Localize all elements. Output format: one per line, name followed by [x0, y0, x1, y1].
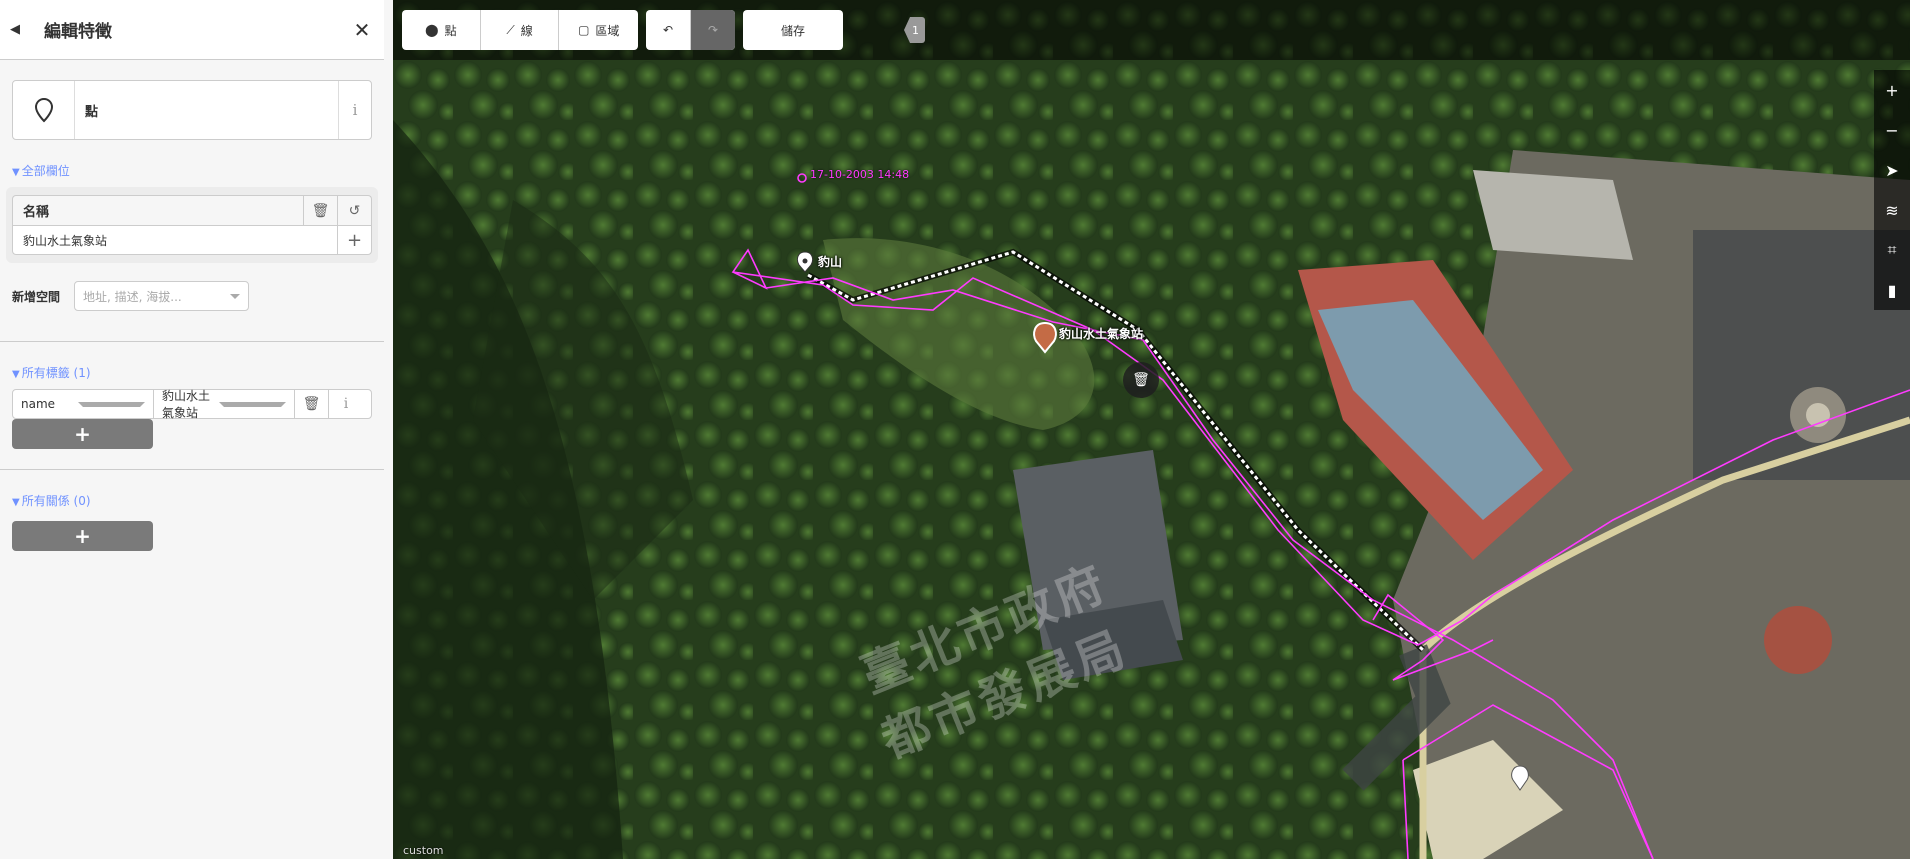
- all-fields-label: 全部欄位: [21, 164, 70, 178]
- add-point-label: 點: [444, 23, 457, 38]
- area-icon: ▢: [578, 23, 590, 37]
- top-toolbar: ⬤ 點 ⟋ 線 ▢ 區域 ↶ ↷ 儲存 1: [393, 0, 1910, 60]
- name-input[interactable]: [13, 226, 337, 254]
- preset-label: 點: [85, 104, 99, 120]
- all-fields-toggle[interactable]: ▼ 全部欄位: [12, 162, 372, 179]
- back-arrow-icon[interactable]: ◀: [10, 22, 34, 37]
- undo-redo-group: ↶ ↷: [646, 10, 735, 50]
- map-controls: + − ➤ ≋ ⌗ ▮: [1874, 70, 1910, 310]
- geolocate-button[interactable]: ➤: [1874, 150, 1910, 190]
- map-pin-icon: ⬤: [425, 23, 439, 37]
- all-relations-toggle[interactable]: ▼ 所有關係 (0): [12, 492, 372, 509]
- save-group: 儲存: [743, 10, 843, 50]
- zoom-in-button[interactable]: +: [1874, 70, 1910, 110]
- page-title: 編輯特徵: [44, 22, 112, 42]
- location-arrow-icon: ➤: [1885, 160, 1899, 180]
- tag-row: name 豹山水土氣象站 🗑 i: [12, 389, 372, 420]
- all-relations-label: 所有關係 (0): [21, 494, 91, 508]
- mode-button-group: ⬤ 點 ⟋ 線 ▢ 區域: [402, 10, 638, 50]
- name-field-label: 名稱: [23, 205, 50, 220]
- line-icon: ⟋: [506, 22, 515, 37]
- peak-label: 豹山: [818, 255, 843, 269]
- imagery-source-label: custom: [403, 844, 444, 857]
- divider: [0, 341, 384, 342]
- all-tags-toggle[interactable]: ▼ 所有標籤 (1): [12, 364, 372, 381]
- sidebar: ◀ 編輯特徵 ✕ 點 i ▼ 全部欄位 名稱 🗑 ↺ 豹山水土氣象站 + 新增空…: [0, 0, 393, 859]
- redo-button[interactable]: ↷: [691, 10, 735, 50]
- add-line-label: 線: [520, 23, 533, 38]
- add-localized-name-icon[interactable]: +: [337, 226, 371, 254]
- disclosure-triangle-icon: ▼: [12, 167, 20, 178]
- map-canvas[interactable]: 臺北市政府 都市發展局 17-10-2003 14:48 豹山 豹山水土氣象站 …: [393, 0, 1910, 859]
- add-field-row: 新增空間 地址, 描述, 海拔...: [12, 281, 372, 311]
- tag-key-input[interactable]: name: [13, 390, 154, 418]
- info-icon[interactable]: i: [329, 390, 363, 418]
- close-icon[interactable]: ✕: [350, 18, 374, 42]
- help-button[interactable]: ▮: [1874, 270, 1910, 310]
- undo-button[interactable]: ↶: [646, 10, 691, 50]
- trash-icon[interactable]: 🗑: [295, 390, 329, 418]
- disclosure-triangle-icon: ▼: [12, 369, 20, 380]
- redo-icon: ↷: [707, 23, 719, 37]
- chevron-down-icon: [230, 293, 240, 299]
- tag-key-text: name: [21, 397, 56, 411]
- chevron-down-icon: [219, 401, 286, 407]
- preset-selector[interactable]: 點 i: [12, 80, 372, 140]
- map-data-button[interactable]: ⌗: [1874, 230, 1910, 270]
- map-pin-icon: [13, 81, 75, 139]
- background-layers-button[interactable]: ≋: [1874, 190, 1910, 230]
- add-field-label: 新增空間: [12, 289, 61, 304]
- info-icon[interactable]: i: [338, 81, 371, 139]
- map-data-icon: ⌗: [1887, 240, 1897, 259]
- add-tag-button[interactable]: +: [12, 419, 153, 449]
- add-relation-button[interactable]: +: [12, 521, 153, 551]
- satellite-imagery: [393, 0, 1910, 859]
- all-tags-label: 所有標籤 (1): [21, 366, 91, 380]
- trash-icon[interactable]: 🗑: [303, 196, 337, 225]
- name-field-group: 名稱 🗑 ↺ +: [6, 187, 378, 263]
- tag-value-input[interactable]: 豹山水土氣象站: [154, 389, 295, 420]
- add-line-button[interactable]: ⟋ 線: [481, 10, 560, 50]
- sidebar-header: ◀ 編輯特徵 ✕: [0, 0, 384, 60]
- undo-icon: ↶: [662, 23, 674, 37]
- add-field-combo[interactable]: 地址, 描述, 海拔...: [74, 281, 249, 311]
- sidebar-resizer[interactable]: [384, 0, 393, 859]
- gpx-timestamp-label: 17-10-2003 14:48: [810, 168, 910, 181]
- layers-icon: ≋: [1885, 200, 1899, 220]
- station-label: 豹山水土氣象站: [1059, 327, 1144, 341]
- divider: [0, 469, 384, 470]
- name-field-input-row: +: [12, 225, 372, 255]
- edit-count-badge: 1: [904, 17, 925, 43]
- trash-icon[interactable]: 🗑: [1123, 362, 1159, 398]
- book-icon: ▮: [1887, 280, 1897, 300]
- disclosure-triangle-icon: ▼: [12, 497, 20, 508]
- add-area-button[interactable]: ▢ 區域: [559, 10, 638, 50]
- add-area-label: 區域: [595, 23, 620, 38]
- add-point-button[interactable]: ⬤ 點: [402, 10, 481, 50]
- undo-icon[interactable]: ↺: [337, 196, 371, 225]
- save-label: 儲存: [780, 23, 805, 38]
- chevron-down-icon: [78, 401, 145, 407]
- tag-value-text: 豹山水土氣象站: [162, 389, 211, 420]
- zoom-out-button[interactable]: −: [1874, 110, 1910, 150]
- name-field-header: 名稱 🗑 ↺: [12, 195, 372, 225]
- save-button[interactable]: 儲存: [743, 10, 843, 50]
- add-field-placeholder: 地址, 描述, 海拔...: [83, 289, 182, 304]
